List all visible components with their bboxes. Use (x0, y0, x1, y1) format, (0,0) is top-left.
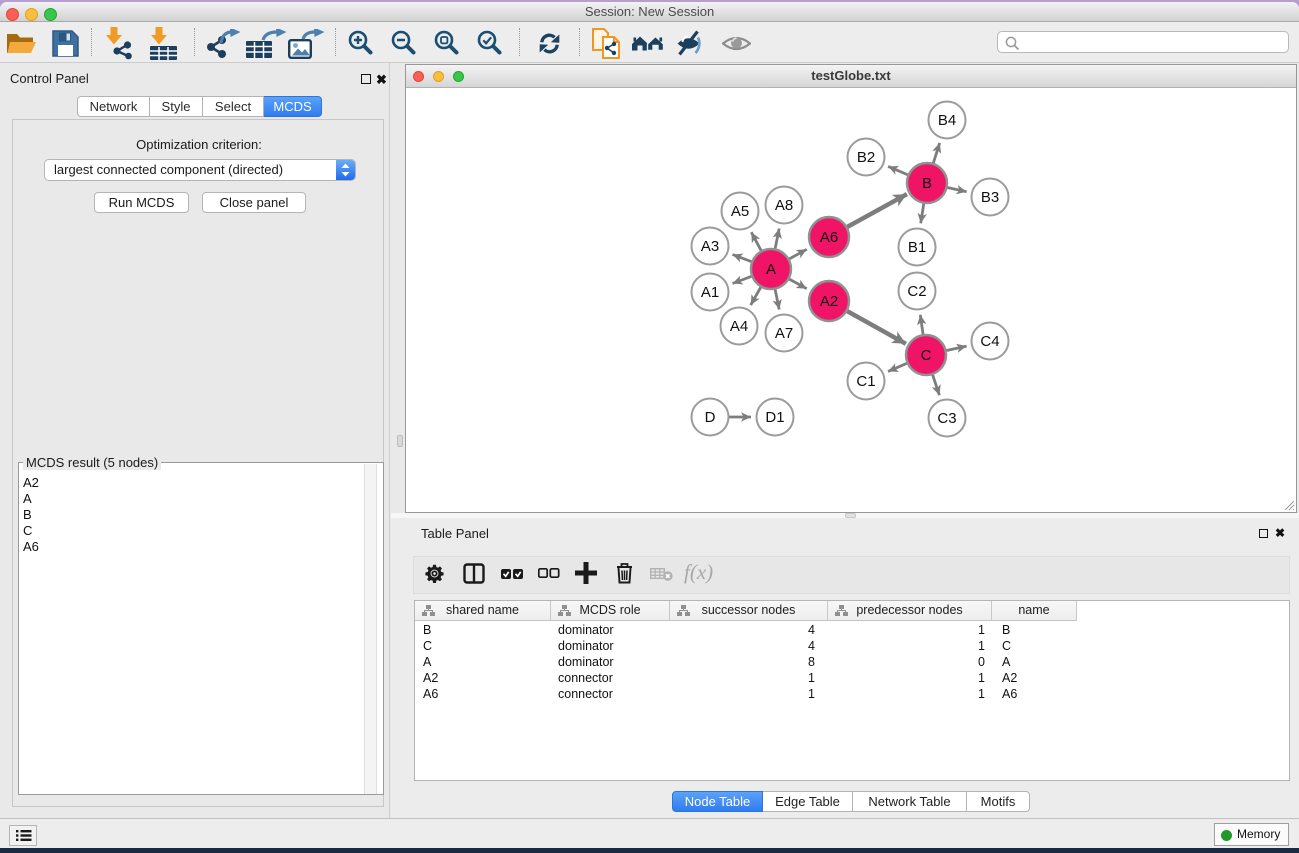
svg-text:C3: C3 (937, 410, 956, 427)
svg-text:C: C (921, 347, 932, 364)
svg-text:C2: C2 (907, 283, 926, 300)
svg-text:A8: A8 (775, 197, 793, 214)
svg-text:A6: A6 (820, 229, 838, 246)
svg-text:A1: A1 (701, 284, 719, 301)
svg-text:B: B (922, 175, 932, 192)
svg-text:A7: A7 (775, 325, 793, 342)
svg-text:B2: B2 (857, 149, 875, 166)
svg-text:D: D (705, 409, 716, 426)
svg-text:B1: B1 (908, 239, 926, 256)
svg-text:B4: B4 (938, 112, 956, 129)
svg-text:A4: A4 (730, 318, 748, 335)
svg-text:B3: B3 (981, 189, 999, 206)
svg-text:D1: D1 (765, 409, 784, 426)
svg-text:A: A (766, 261, 776, 278)
svg-text:A3: A3 (701, 238, 719, 255)
svg-text:A2: A2 (820, 293, 838, 310)
svg-text:A5: A5 (731, 203, 749, 220)
svg-text:C4: C4 (980, 333, 999, 350)
svg-text:C1: C1 (856, 373, 875, 390)
